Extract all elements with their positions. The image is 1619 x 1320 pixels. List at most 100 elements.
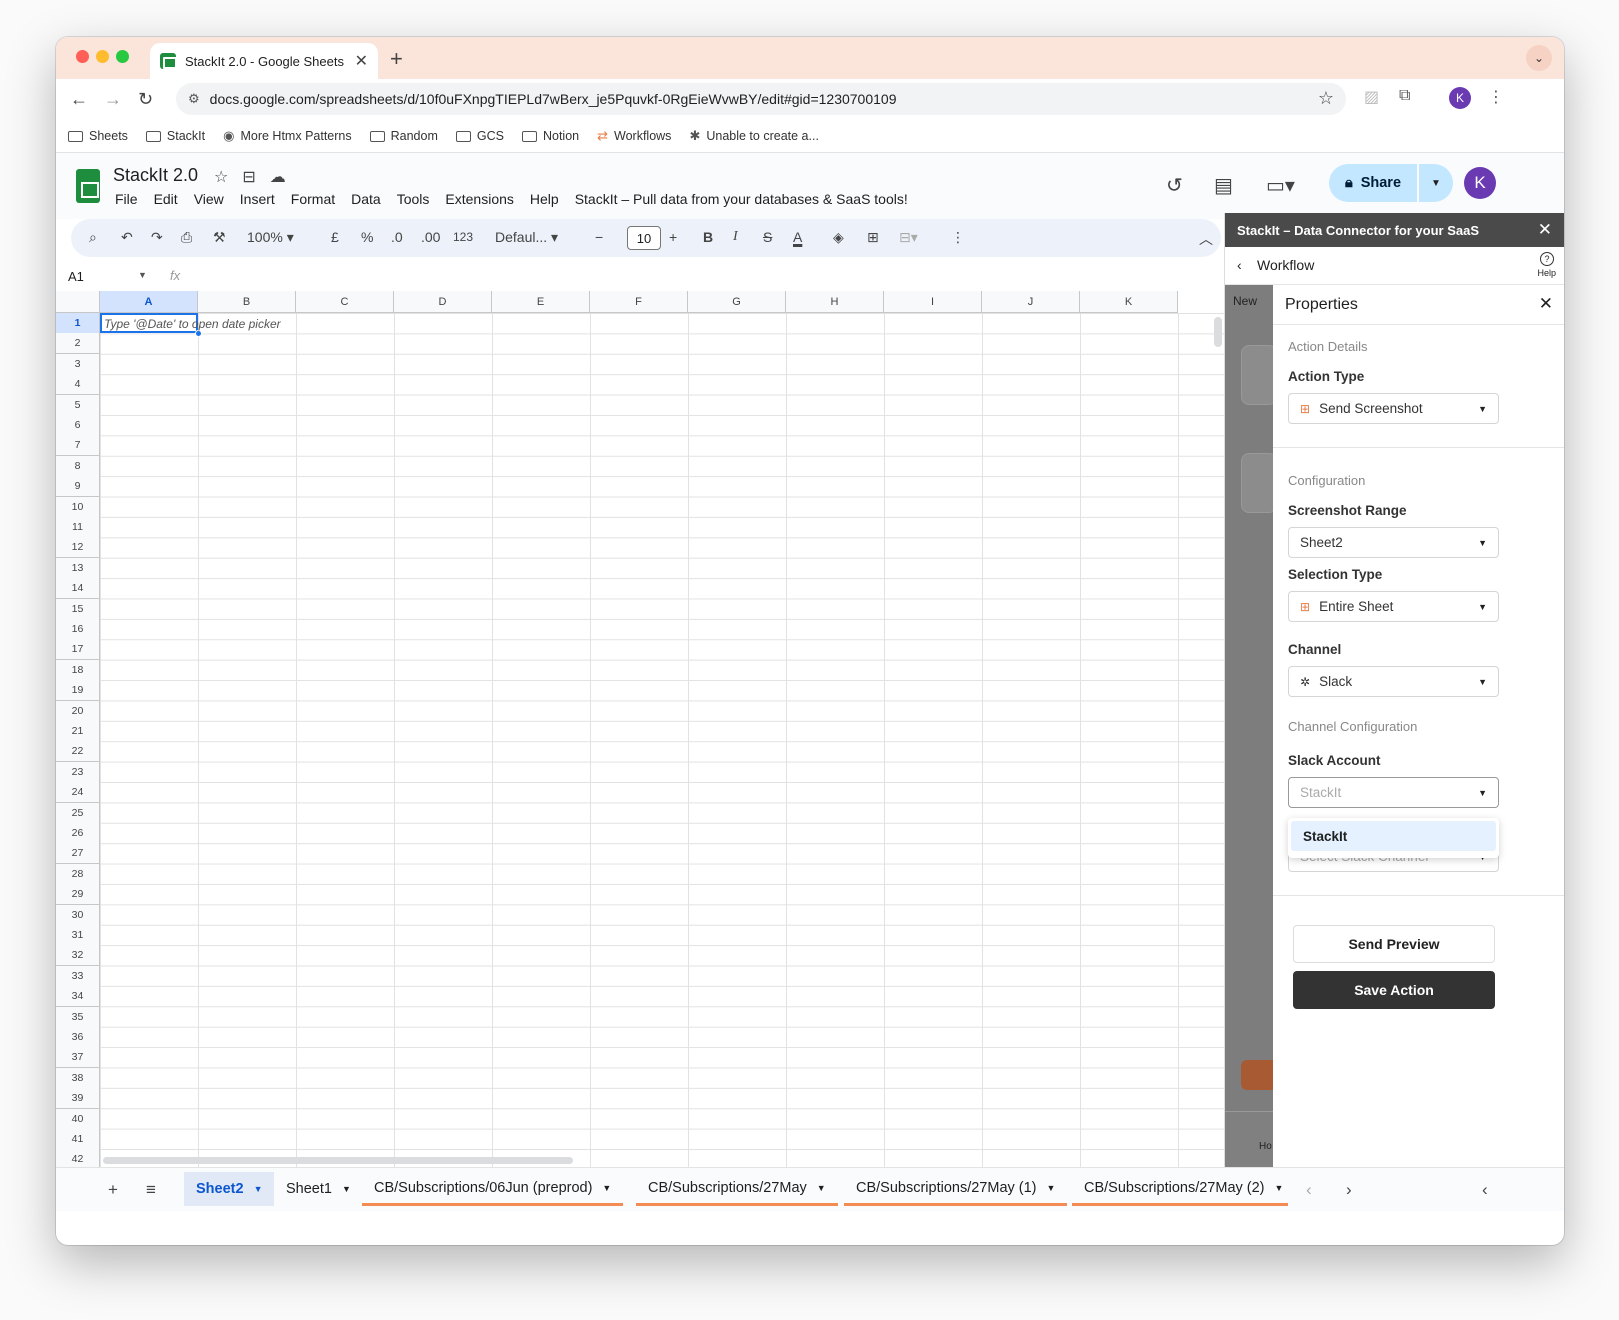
dropdown-option-stackit[interactable]: StackIt bbox=[1291, 821, 1496, 851]
sheet-tab-27may-2[interactable]: CB/Subscriptions/27May (2) ▼ bbox=[1072, 1172, 1288, 1206]
font-select[interactable]: Defaul... ▾ bbox=[495, 229, 558, 246]
spreadsheet-grid[interactable]: ABCDEFGHIJK 1 2 3 4 5 6 7 8 9 10 11 12 13 14 15 16 17 18 1… bbox=[56, 291, 1224, 1167]
all-sheets-icon[interactable]: ≡ bbox=[146, 1180, 156, 1200]
vertical-scrollbar[interactable] bbox=[1214, 317, 1222, 347]
row-header[interactable]: 25 bbox=[56, 802, 100, 824]
row-header[interactable]: 28 bbox=[56, 863, 100, 885]
row-header[interactable]: 37 bbox=[56, 1047, 100, 1069]
print-icon[interactable]: ⎙ bbox=[181, 229, 192, 246]
row-header[interactable]: 12 bbox=[56, 537, 100, 559]
site-info-icon[interactable]: ⚙ bbox=[188, 91, 200, 107]
share-options-chevron-icon[interactable]: ▼ bbox=[1419, 164, 1453, 202]
row-header[interactable]: 4 bbox=[56, 374, 100, 396]
move-folder-icon[interactable]: ⊟ bbox=[242, 169, 269, 186]
row-header[interactable]: 16 bbox=[56, 619, 100, 640]
name-box-chevron-icon[interactable]: ▼ bbox=[138, 270, 147, 280]
font-size-input[interactable]: 10 bbox=[627, 226, 661, 250]
panel-close-icon[interactable]: ✕ bbox=[1538, 220, 1552, 240]
row-header[interactable]: 20 bbox=[56, 700, 100, 722]
row-header[interactable]: 22 bbox=[56, 741, 100, 763]
row-header[interactable]: 17 bbox=[56, 639, 100, 661]
zoom-select[interactable]: 100% ▾ bbox=[247, 229, 294, 246]
column-header[interactable]: I bbox=[884, 291, 982, 313]
new-tab-button[interactable]: + bbox=[390, 46, 403, 72]
row-header[interactable]: 15 bbox=[56, 598, 100, 620]
slack-account-select[interactable]: StackIt ▼ bbox=[1288, 777, 1499, 808]
bookmark-star-icon[interactable]: ☆ bbox=[1318, 88, 1334, 109]
percent-format-button[interactable]: % bbox=[361, 229, 373, 245]
menu-extensions[interactable]: Extensions bbox=[445, 191, 513, 207]
extension-icon[interactable]: ▨ bbox=[1364, 87, 1379, 107]
column-header[interactable]: A bbox=[100, 291, 198, 313]
row-header[interactable]: 13 bbox=[56, 557, 100, 579]
menu-data[interactable]: Data bbox=[351, 191, 381, 207]
row-header[interactable]: 9 bbox=[56, 476, 100, 498]
row-header[interactable]: 7 bbox=[56, 435, 100, 457]
fill-handle[interactable] bbox=[195, 330, 202, 337]
version-history-icon[interactable]: ↺ bbox=[1166, 173, 1183, 198]
address-bar[interactable]: ⚙ docs.google.com/spreadsheets/d/10f0uFX… bbox=[176, 83, 1346, 115]
tab-close-icon[interactable]: ✕ bbox=[355, 51, 368, 71]
help-label[interactable]: Help bbox=[1537, 268, 1556, 278]
save-action-button[interactable]: Save Action bbox=[1293, 971, 1495, 1009]
row-header[interactable]: 38 bbox=[56, 1067, 100, 1089]
back-icon[interactable]: ← bbox=[70, 89, 88, 110]
menu-view[interactable]: View bbox=[194, 191, 224, 207]
italic-icon[interactable]: I bbox=[733, 229, 738, 245]
redo-icon[interactable]: ↷ bbox=[151, 229, 163, 246]
sheet-tab-sheet1[interactable]: Sheet1 ▼ bbox=[274, 1172, 363, 1206]
row-header[interactable]: 18 bbox=[56, 659, 100, 681]
row-header[interactable]: 41 bbox=[56, 1129, 100, 1150]
tab-search-icon[interactable]: ⌄ bbox=[1526, 45, 1552, 71]
row-header[interactable]: 32 bbox=[56, 945, 100, 967]
browser-menu-icon[interactable]: ⋮ bbox=[1488, 87, 1504, 107]
meet-icon[interactable]: ▭▾ bbox=[1266, 173, 1295, 198]
bookmark-workflows[interactable]: ⇄ Workflows bbox=[597, 128, 671, 144]
bookmark-unable[interactable]: ✱ Unable to create a... bbox=[689, 128, 818, 144]
bookmark-sheets[interactable]: Sheets bbox=[68, 129, 128, 143]
sheet-tab-27may[interactable]: CB/Subscriptions/27May ▼ bbox=[636, 1172, 838, 1206]
bookmark-htmx[interactable]: ◉ More Htmx Patterns bbox=[223, 128, 351, 144]
row-header[interactable]: 21 bbox=[56, 721, 100, 742]
horizontal-scrollbar[interactable] bbox=[103, 1157, 573, 1164]
strikethrough-icon[interactable]: S bbox=[763, 229, 772, 245]
profile-avatar[interactable]: K bbox=[1449, 87, 1471, 109]
collapse-menu-icon[interactable]: ︿ bbox=[1199, 229, 1213, 249]
name-box[interactable]: A1 bbox=[68, 269, 84, 284]
bookmark-random[interactable]: Random bbox=[369, 129, 438, 143]
extensions-puzzle-icon[interactable]: ⧉ bbox=[1399, 87, 1410, 105]
row-header[interactable]: 24 bbox=[56, 782, 100, 804]
row-header[interactable]: 11 bbox=[56, 517, 100, 538]
row-header[interactable]: 10 bbox=[56, 496, 100, 518]
scroll-tabs-left-icon[interactable]: ‹ bbox=[1306, 1180, 1312, 1200]
column-header[interactable]: B bbox=[198, 291, 296, 313]
undo-icon[interactable]: ↶ bbox=[121, 229, 133, 246]
channel-select[interactable]: ✲ Slack ▼ bbox=[1288, 666, 1499, 697]
sheet-tab-sheet2[interactable]: Sheet2 ▼ bbox=[184, 1172, 275, 1206]
sheet-tab-27may-1[interactable]: CB/Subscriptions/27May (1) ▼ bbox=[844, 1172, 1068, 1206]
column-header[interactable]: K bbox=[1080, 291, 1178, 313]
column-header[interactable]: F bbox=[590, 291, 688, 313]
back-chevron-icon[interactable]: ‹ bbox=[1237, 257, 1242, 273]
row-header[interactable]: 31 bbox=[56, 925, 100, 946]
comments-icon[interactable]: ▤ bbox=[1214, 173, 1233, 198]
menu-format[interactable]: Format bbox=[291, 191, 335, 207]
borders-icon[interactable]: ⊞ bbox=[867, 229, 879, 246]
font-size-decrease-icon[interactable]: − bbox=[595, 229, 603, 245]
bookmark-stackit[interactable]: StackIt bbox=[145, 129, 205, 143]
row-header[interactable]: 26 bbox=[56, 823, 100, 844]
forward-icon[interactable]: → bbox=[104, 89, 122, 110]
collapse-sidebar-icon[interactable]: ‹ bbox=[1482, 1180, 1488, 1200]
row-header[interactable]: 29 bbox=[56, 884, 100, 906]
font-size-increase-icon[interactable]: + bbox=[669, 229, 677, 245]
row-header[interactable]: 40 bbox=[56, 1108, 100, 1130]
bold-icon[interactable]: B bbox=[703, 229, 713, 245]
row-header[interactable]: 35 bbox=[56, 1006, 100, 1028]
search-icon[interactable]: ⌕ bbox=[89, 229, 97, 246]
sheets-logo-icon[interactable] bbox=[76, 169, 100, 203]
row-header[interactable]: 6 bbox=[56, 415, 100, 436]
share-button[interactable]: 🔒︎ Share bbox=[1329, 164, 1417, 202]
row-header[interactable]: 34 bbox=[56, 986, 100, 1008]
row-header[interactable]: 42 bbox=[56, 1149, 100, 1167]
screenshot-range-select[interactable]: Sheet2 ▼ bbox=[1288, 527, 1499, 558]
